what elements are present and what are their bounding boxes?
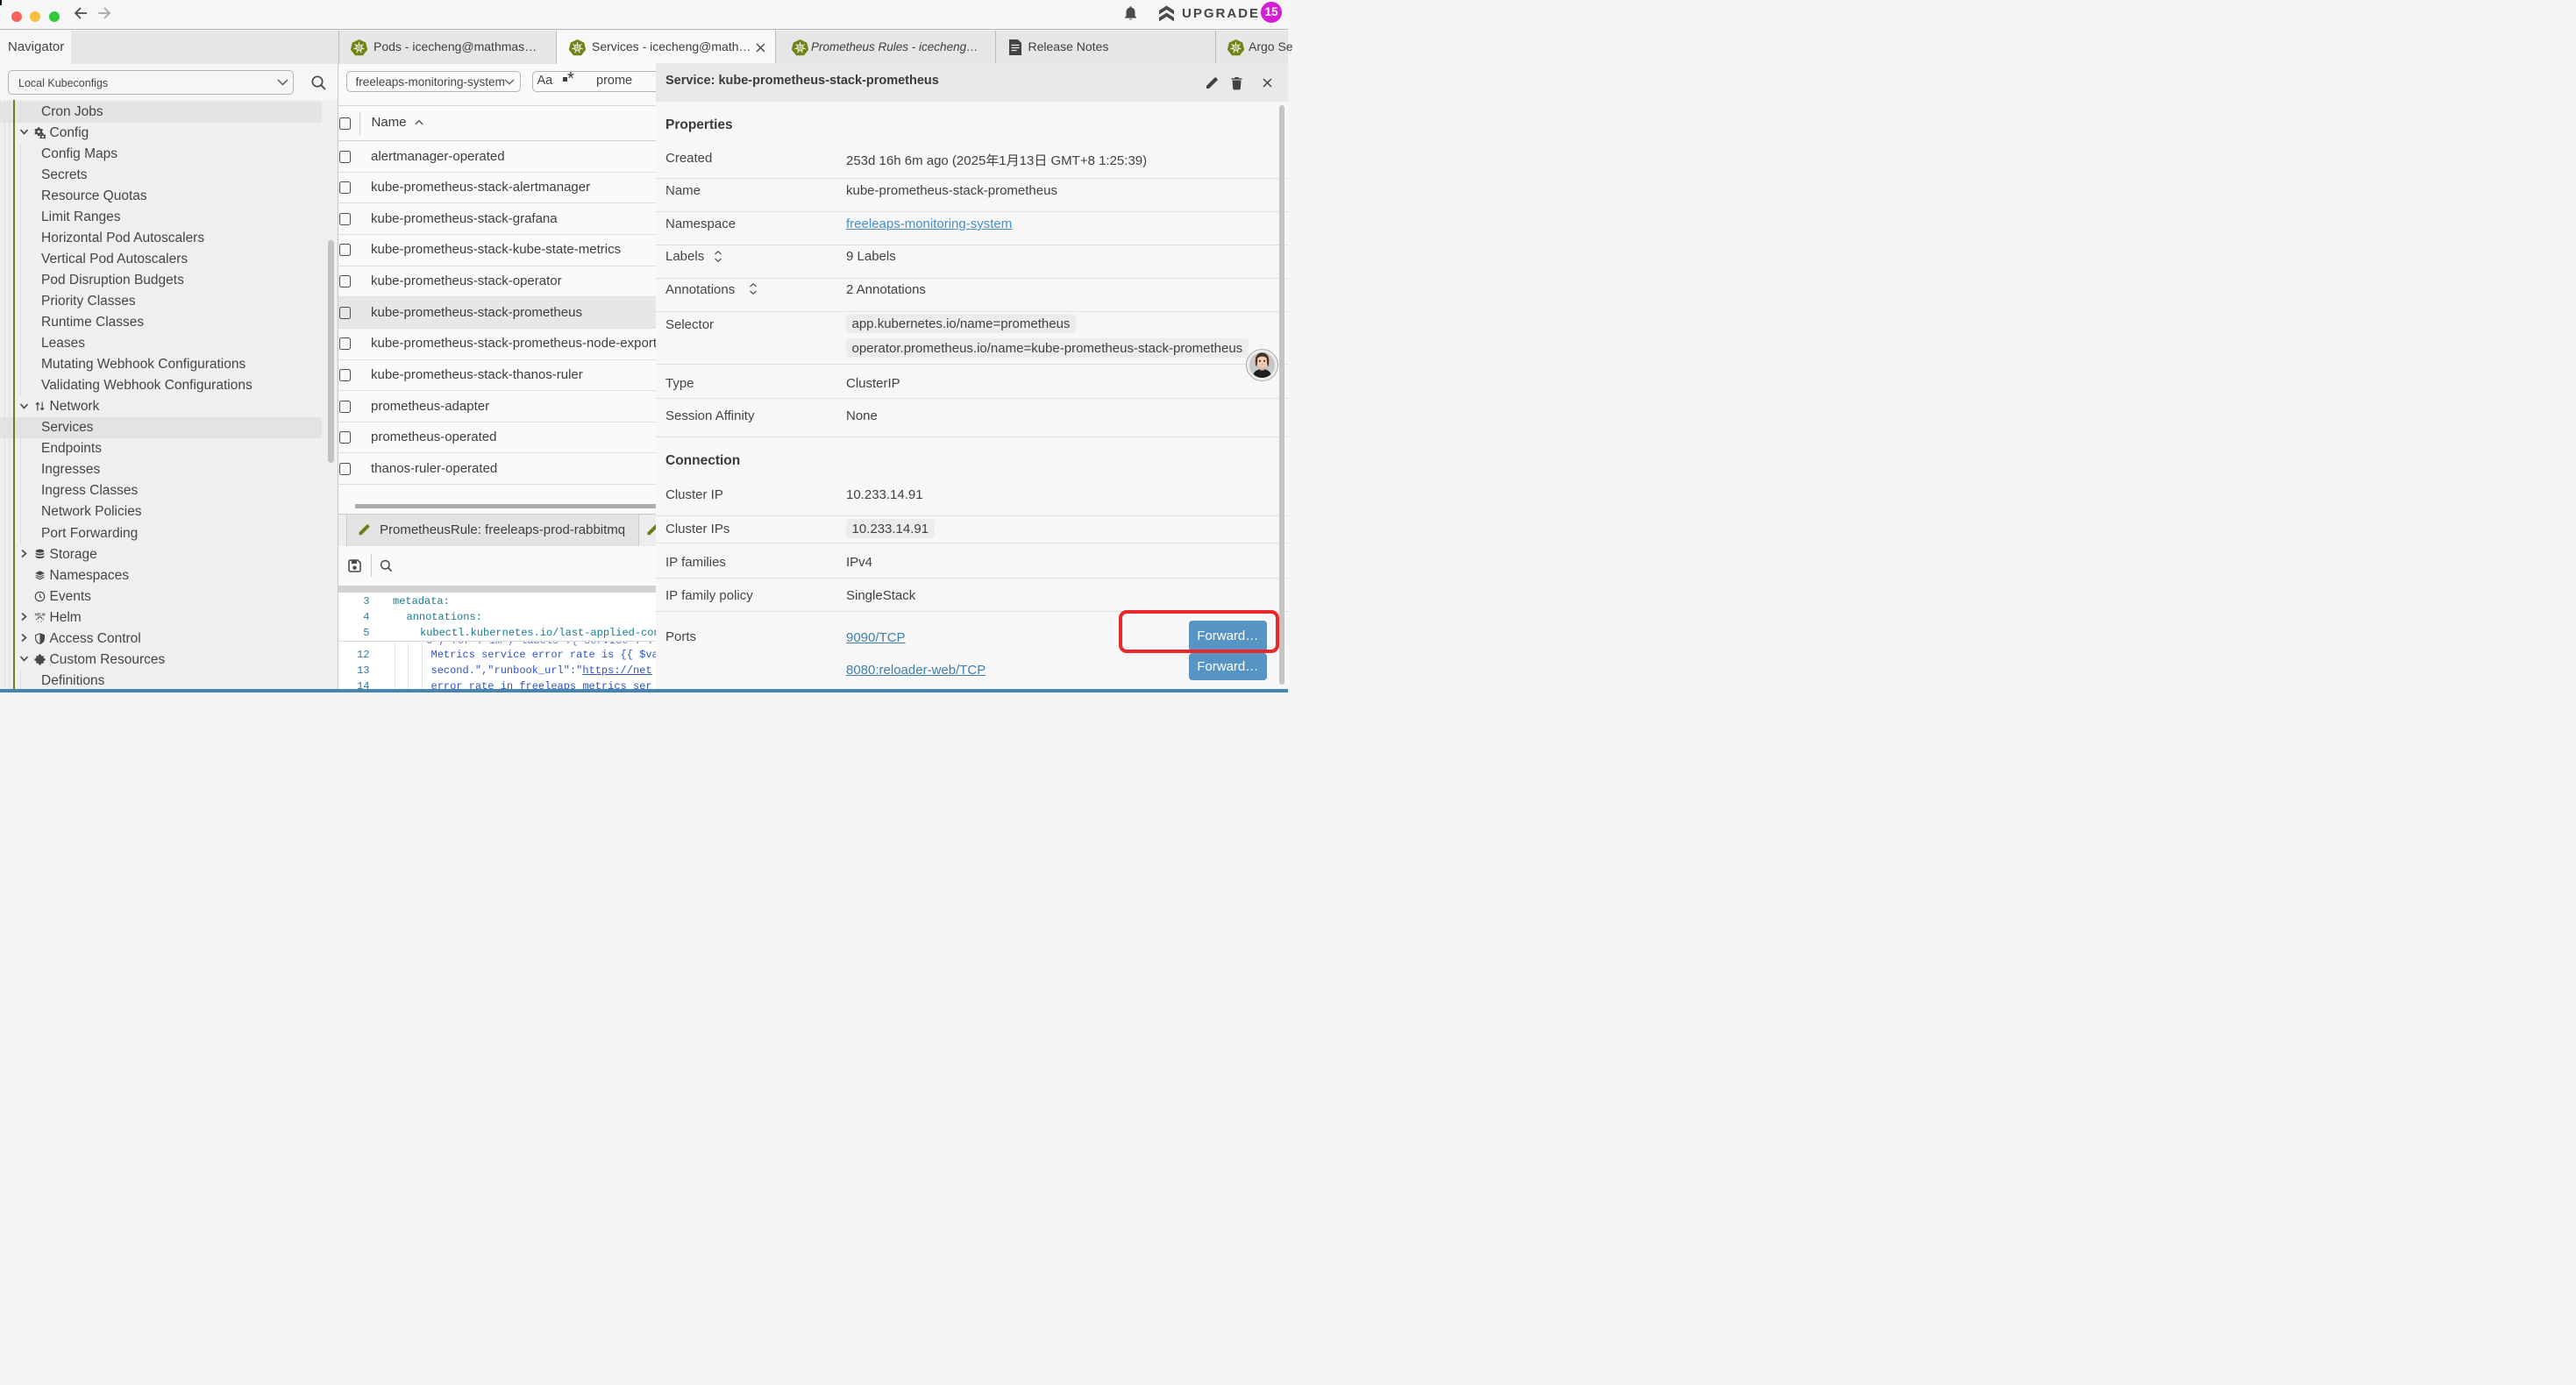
svg-text:HELM: HELM [35,612,46,616]
